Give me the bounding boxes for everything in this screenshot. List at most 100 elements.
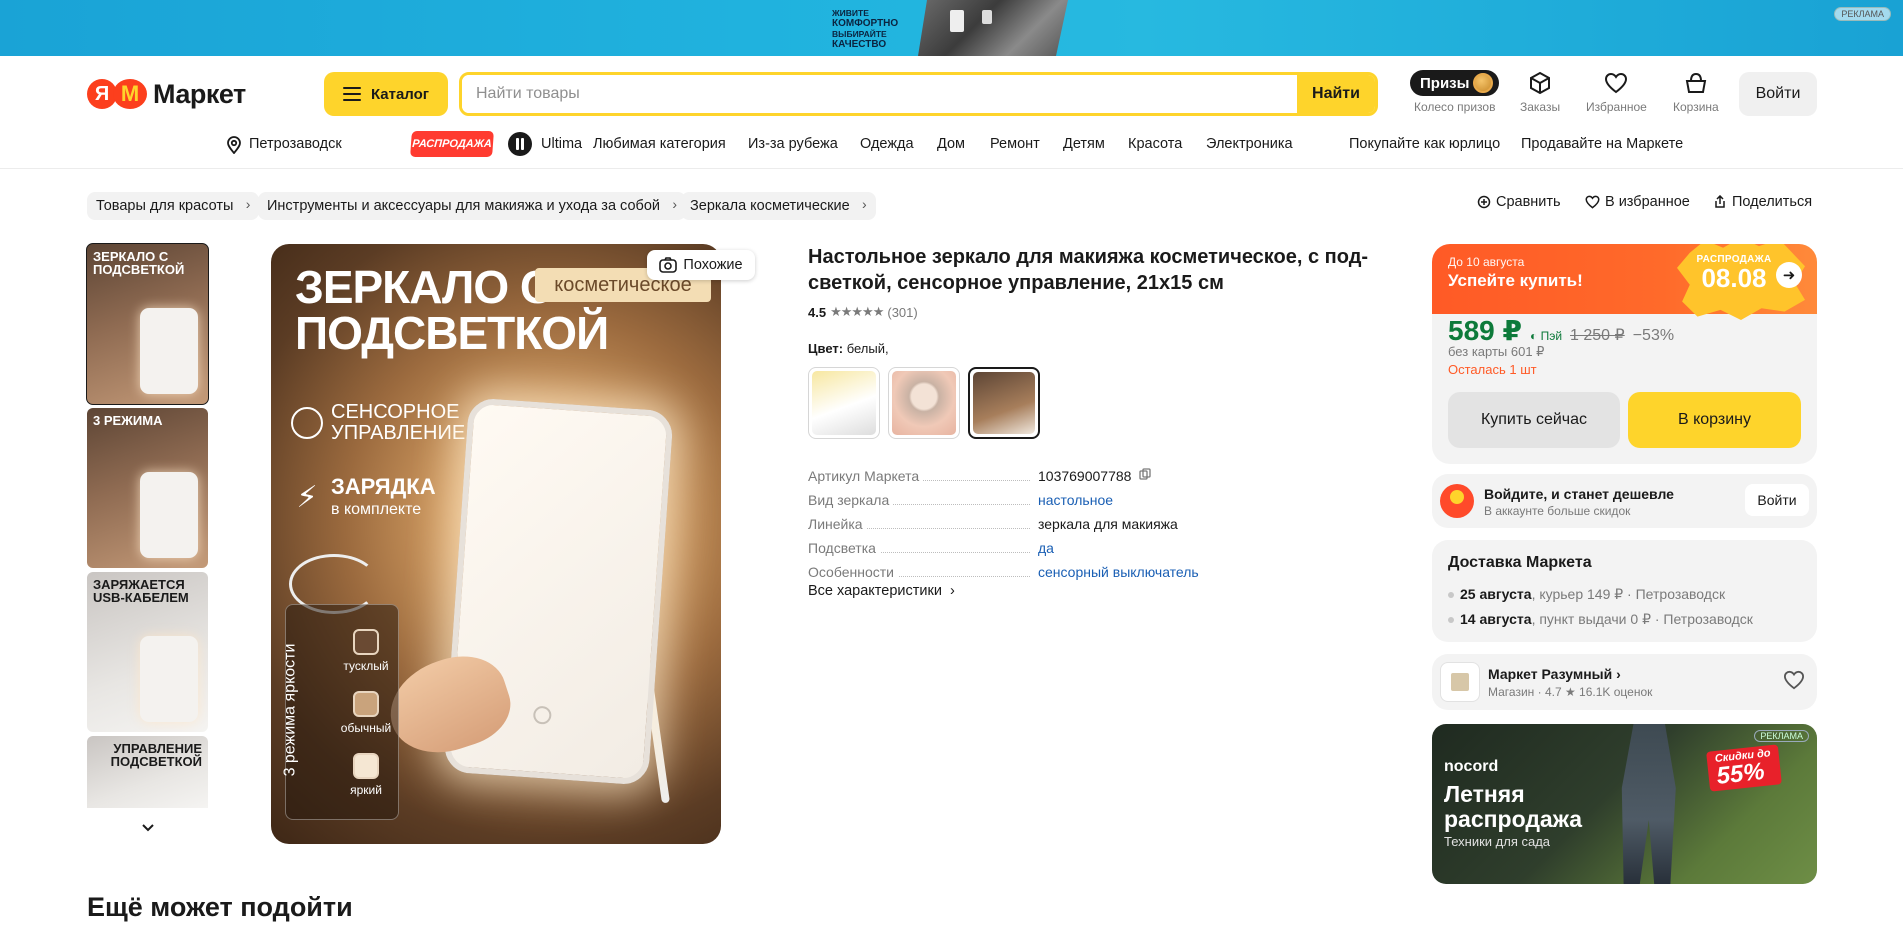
add-to-cart-button[interactable]: В корзину	[1628, 392, 1801, 448]
yandex-market-logo[interactable]: Я М Маркет	[87, 76, 246, 112]
cart-button[interactable]: Корзина	[1673, 70, 1719, 114]
gallery-thumb-4[interactable]: Управление подсветкой	[87, 736, 208, 808]
seller-name[interactable]: Маркет Разумный ›	[1488, 666, 1621, 682]
compare-label: Сравнить	[1496, 194, 1561, 210]
header-divider	[0, 168, 1903, 169]
nav-item-clothes[interactable]: Одежда	[860, 136, 914, 152]
share-button[interactable]: Поделиться	[1713, 194, 1812, 210]
feature-touch: Сенсорное управление	[291, 402, 481, 444]
top-ad-banner[interactable]: живите комфортно выбирайте качество РЕКЛ…	[0, 0, 1903, 56]
price-row: 589 ₽ ◐ Пэй 1 250 ₽ −53%	[1448, 314, 1674, 347]
gallery-thumb-3[interactable]: Заряжается USB-кабелем	[87, 572, 208, 732]
copy-icon[interactable]	[1139, 468, 1152, 480]
ultima-icon[interactable]	[508, 132, 532, 156]
orders-button[interactable]: Заказы	[1520, 70, 1560, 114]
rating-count: (301)	[887, 304, 918, 320]
login-promo-button[interactable]: Войти	[1745, 484, 1809, 516]
nav-item-abroad[interactable]: Из-за рубежа	[748, 136, 838, 152]
delivery-title: Доставка Маркета	[1448, 554, 1592, 571]
brightness-modes-box: 3 режима яркости тусклый обычный яркий	[281, 604, 399, 820]
coin-icon	[1473, 73, 1494, 93]
main-product-image[interactable]: Зеркало с подсветкой косметическое Сенсо…	[271, 244, 721, 844]
backlight-link[interactable]: да	[1038, 540, 1054, 556]
thumb-title: Управление подсветкой	[110, 741, 202, 769]
brightness-caption: 3 режима яркости	[281, 643, 299, 777]
spec-row-backlight: Подсветка да	[808, 540, 1054, 556]
delivery-courier: 25 августа, курьер 149 ₽ · Петрозаводск	[1448, 586, 1725, 603]
heart-outline-icon	[1585, 195, 1600, 209]
product-rating[interactable]: 4.5 ★★★★★ (301)	[808, 304, 918, 320]
product-specs: Артикул Маркета 103769007788 Вид зеркала…	[808, 460, 1288, 580]
catalog-button[interactable]: Каталог	[324, 72, 448, 116]
discount: −53%	[1632, 327, 1675, 344]
header-login-button[interactable]: Войти	[1739, 72, 1817, 116]
feature-charging: ⚡ Зарядка в комплекте	[291, 476, 435, 520]
feature-charging-sub: в комплекте	[331, 501, 422, 518]
breadcrumb-mirrors[interactable]: Зеркала косметические	[681, 192, 876, 220]
prize-wheel-button[interactable]: Призы Колесо призов	[1410, 70, 1500, 114]
all-specs-link[interactable]: Все характеристики ›	[808, 583, 955, 599]
current-price: 589 ₽	[1448, 315, 1522, 346]
seller-card[interactable]: Маркет Разумный › Магазин · 4.7 ★ 16.1K …	[1432, 654, 1817, 710]
compare-icon	[1477, 195, 1491, 209]
similar-products-button[interactable]: Похожие	[647, 250, 755, 280]
logo-wordmark: Маркет	[153, 78, 246, 109]
mirror-type-link[interactable]: настольное	[1038, 492, 1113, 508]
lightning-icon: ⚡	[296, 481, 318, 514]
line-value: зеркала для макияжа	[1038, 516, 1178, 532]
login-promo-card: Войдите, и станет дешевле В аккаунте бол…	[1432, 474, 1817, 528]
price-without-card: без карты 601 ₽	[1448, 344, 1545, 359]
color-swatch-3-selected[interactable]	[968, 367, 1040, 439]
add-to-favorites-link[interactable]: В избранное	[1585, 194, 1690, 210]
breadcrumb-beauty[interactable]: Товары для красоты	[87, 192, 260, 220]
nav-item-home[interactable]: Дом	[937, 136, 965, 152]
features-link[interactable]: сенсорный выключатель	[1038, 564, 1199, 580]
brightness-dim: тусклый	[336, 629, 396, 673]
compare-button[interactable]: Сравнить	[1477, 194, 1561, 210]
color-swatch-1[interactable]	[808, 367, 880, 439]
spec-row-mirror-type: Вид зеркала настольное	[808, 492, 1114, 508]
favorites-button[interactable]: Избранное	[1586, 70, 1647, 114]
catalog-label: Каталог	[370, 85, 430, 103]
thumb-title: Зеркало с подсветкой	[93, 249, 185, 277]
gallery-thumb-2[interactable]: 3 режима	[87, 408, 208, 568]
ad-banner-photo	[918, 0, 1068, 56]
brightness-bright: яркий	[336, 753, 396, 797]
garden-sale-ad[interactable]: nocord Летняя распродажа Техники для сада…	[1432, 724, 1817, 884]
nav-item-favorite-category[interactable]: Любимая категория	[593, 136, 726, 152]
nav-item-ultima[interactable]: Ultima	[541, 136, 582, 152]
breadcrumb-tools[interactable]: Инструменты и аксессуары для макияжа и у…	[258, 192, 686, 220]
similar-label: Похожие	[683, 257, 743, 273]
search-input[interactable]	[462, 75, 1297, 113]
color-label: Цвет: белый,	[808, 341, 889, 356]
nav-item-beauty[interactable]: Красота	[1128, 136, 1182, 152]
nav-item-repair[interactable]: Ремонт	[990, 136, 1040, 152]
location-pin-icon[interactable]	[226, 136, 242, 158]
gallery-thumb-1[interactable]: Зеркало с подсветкой	[86, 243, 209, 405]
arrow-right-icon[interactable]: ➜	[1776, 262, 1802, 288]
nav-link-business[interactable]: Покупайте как юрлицо	[1349, 136, 1500, 152]
orders-box-icon	[1529, 70, 1551, 96]
city-selector[interactable]: Петрозаводск	[249, 136, 342, 152]
nav-item-electronics[interactable]: Электроника	[1206, 136, 1293, 152]
category-nav: Петрозаводск Ultima Любимая категория Из…	[0, 133, 1903, 155]
chevron-down-icon[interactable]	[140, 820, 156, 841]
promo-banner[interactable]: До 10 августа Успейте купить! РАСПРОДАЖА…	[1432, 244, 1817, 320]
add-to-favorites-label: В избранное	[1605, 194, 1690, 210]
search-button[interactable]: Найти	[1297, 75, 1375, 113]
ad-sale-badge: Скидки до 55%	[1706, 744, 1782, 792]
sale-badge[interactable]: РАСПРОДАЖА	[410, 131, 494, 157]
favorites-label: Избранное	[1586, 100, 1647, 114]
cart-label: Корзина	[1673, 100, 1719, 114]
nav-link-sell[interactable]: Продавайте на Маркете	[1521, 136, 1683, 152]
camera-search-icon	[659, 257, 678, 273]
nav-item-kids[interactable]: Детям	[1063, 136, 1105, 152]
delivery-card: Доставка Маркета 25 августа, курьер 149 …	[1432, 540, 1817, 642]
color-swatch-2[interactable]	[888, 367, 960, 439]
ad-headline: Летняя распродажа	[1444, 781, 1583, 832]
login-promo-title: Войдите, и станет дешевле	[1484, 486, 1674, 502]
buy-now-button[interactable]: Купить сейчас	[1448, 392, 1620, 448]
ad-subtitle: Техники для сада	[1444, 834, 1551, 849]
heart-icon[interactable]	[1783, 670, 1805, 695]
fingerprint-icon	[291, 407, 323, 439]
